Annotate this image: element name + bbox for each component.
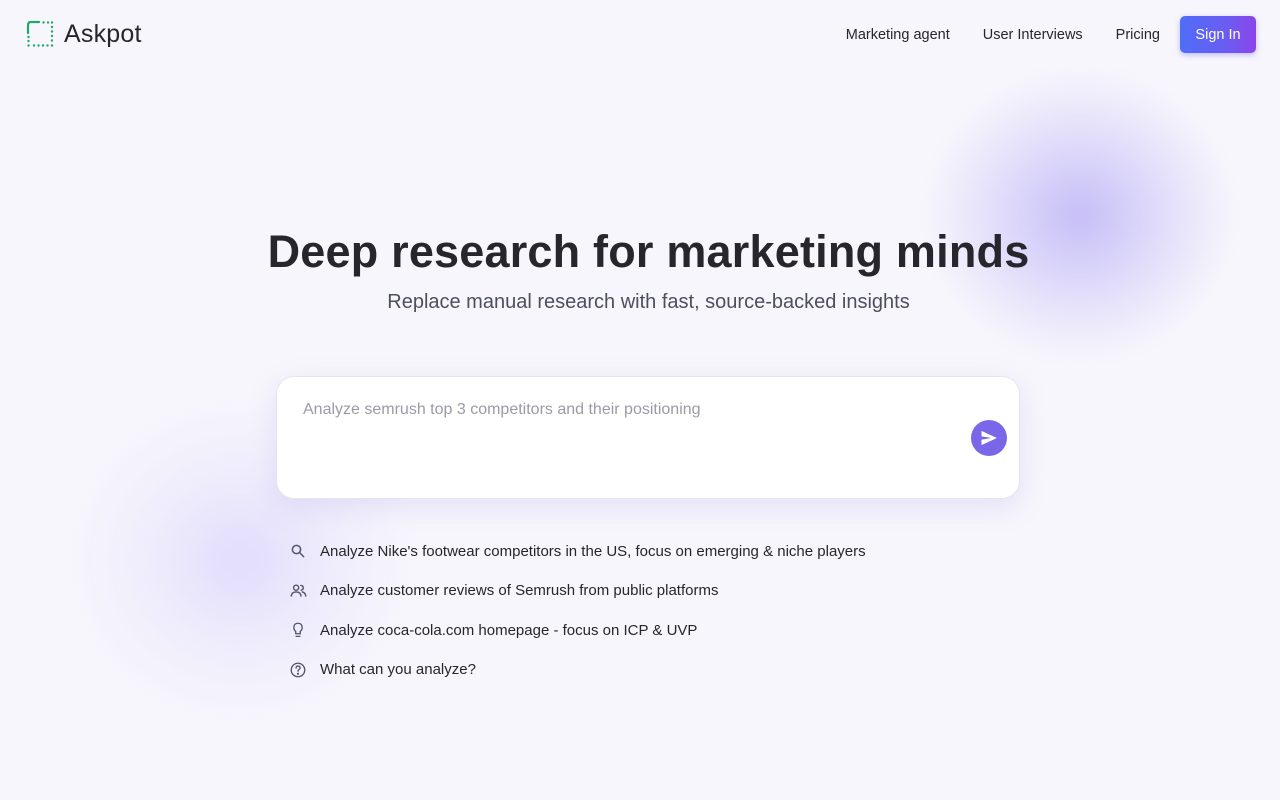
brand-name: Askpot bbox=[64, 19, 142, 48]
decorative-gradient-right bbox=[925, 70, 1235, 360]
brand-logo[interactable]: Askpot bbox=[26, 19, 142, 49]
nav-link-user-interviews[interactable]: User Interviews bbox=[983, 27, 1083, 43]
suggestion-list: Analyze Nike's footwear competitors in t… bbox=[288, 534, 988, 692]
suggestion-item-semrush-reviews[interactable]: Analyze customer reviews of Semrush from… bbox=[288, 574, 988, 608]
users-icon bbox=[288, 581, 308, 601]
help-circle-icon bbox=[288, 660, 308, 680]
suggestion-label: Analyze customer reviews of Semrush from… bbox=[320, 582, 719, 599]
page: Askpot Marketing agent User Interviews P… bbox=[0, 0, 1280, 800]
suggestion-label: Analyze coca-cola.com homepage - focus o… bbox=[320, 621, 698, 639]
suggestion-item-coca-cola-homepage[interactable]: Analyze coca-cola.com homepage - focus o… bbox=[288, 613, 988, 647]
top-header: Askpot Marketing agent User Interviews P… bbox=[0, 0, 1280, 68]
main-nav: Marketing agent User Interviews Pricing … bbox=[846, 16, 1256, 53]
suggestion-item-what-can-you-analyze[interactable]: What can you analyze? bbox=[288, 653, 988, 687]
lightbulb-icon bbox=[288, 620, 308, 640]
prompt-box bbox=[276, 376, 1020, 499]
suggestion-item-nike-competitors[interactable]: Analyze Nike's footwear competitors in t… bbox=[288, 534, 988, 568]
hero-title: Deep research for marketing minds bbox=[267, 226, 1030, 277]
send-button[interactable] bbox=[971, 420, 1007, 456]
suggestion-label: Analyze Nike's footwear competitors in t… bbox=[320, 542, 866, 560]
sign-in-button[interactable]: Sign In bbox=[1180, 16, 1256, 53]
nav-link-marketing-agent[interactable]: Marketing agent bbox=[846, 27, 950, 43]
nav-link-pricing[interactable]: Pricing bbox=[1116, 27, 1160, 43]
research-prompt-input[interactable] bbox=[303, 401, 943, 481]
suggestion-label: What can you analyze? bbox=[320, 661, 476, 678]
hero-subtitle: Replace manual research with fast, sourc… bbox=[387, 291, 910, 313]
search-icon bbox=[288, 541, 308, 561]
askpot-logo-icon bbox=[26, 20, 54, 47]
send-icon bbox=[981, 430, 997, 446]
